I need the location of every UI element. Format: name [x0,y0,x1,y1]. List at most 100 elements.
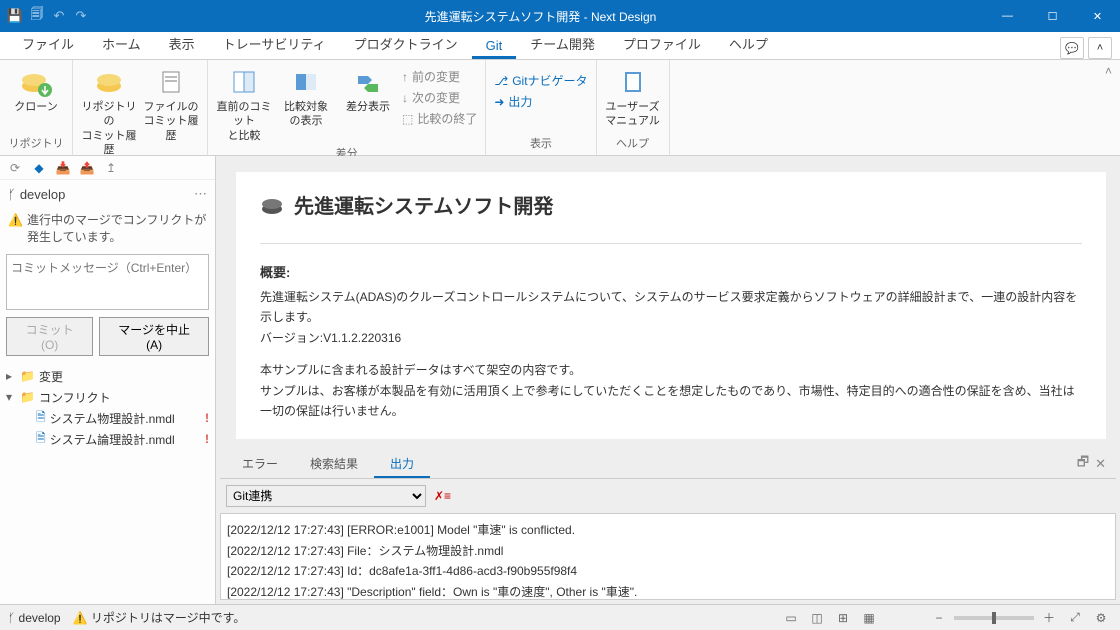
warning-icon: ⚠️ [73,611,91,625]
output-icon: ➜ [494,95,504,109]
status-message: ⚠️ リポジトリはマージ中です。 [73,609,246,626]
tab-output[interactable]: 出力 [374,449,430,478]
db-icon [260,193,284,217]
close-panel-icon[interactable]: ✕ [1095,456,1106,472]
stop-icon-icon: ⬚ [402,112,413,126]
pull-icon[interactable]: 📤 [78,159,96,177]
redo-icon[interactable]: ↷ [72,7,90,25]
quick-access-toolbar: 💾 🗐 ↶ ↷ [0,7,96,25]
stash-icon[interactable]: 📥 [54,159,72,177]
tab-profile[interactable]: プロファイル [609,28,715,59]
tree-conflict[interactable]: ▾📁コンフリクト [0,387,215,408]
conflict-marker-icon: ! [205,411,215,425]
restore-panel-icon[interactable]: 🗗 [1077,453,1089,475]
doc-paragraph: 本サンプルに含まれる設計データはすべて架空の内容です。 [260,360,1082,380]
tab-errors[interactable]: エラー [226,449,294,478]
diff-show-button[interactable]: 差分表示 [340,62,396,143]
next-change-button[interactable]: ↓次の変更 [402,89,477,106]
warning-icon: ⚠️ [8,212,23,229]
manual-button[interactable]: ユーザーズ マニュアル [605,62,661,133]
tab-search[interactable]: 検索結果 [294,449,374,478]
branch-nav-icon[interactable]: ◆ [30,159,48,177]
window-title: 先進運転システムソフト開発 - Next Design [96,8,985,25]
file-history-button[interactable]: ファイルの コミット履歴 [143,62,199,157]
tab-team[interactable]: チーム開発 [516,28,609,59]
tree-changes[interactable]: ▸📁変更 [0,366,215,387]
commit-message-input[interactable] [6,254,209,310]
end-compare-button[interactable]: ⬚比較の終了 [402,110,477,127]
current-branch[interactable]: ᚶ develop ⋯ [0,180,215,208]
tab-productline[interactable]: プロダクトライン [340,28,472,59]
conflict-marker-icon: ! [205,432,215,446]
tab-file[interactable]: ファイル [8,28,88,59]
folder-icon: 📁 [20,369,35,383]
compare-target-button[interactable]: 比較対象 の表示 [278,62,334,143]
tab-home[interactable]: ホーム [88,28,155,59]
group-label-display: 表示 [494,133,587,155]
save-icon[interactable]: 💾 [6,7,24,25]
zoom-slider[interactable] [954,616,1034,620]
clear-output-icon[interactable]: ✗≡ [434,489,451,503]
down-arrow-icon: ↓ [402,91,408,105]
group-label-repo: リポジトリ [8,133,64,155]
status-bar: ᚶ develop ⚠️ リポジトリはマージ中です。 ▭ ◫ ⊞ ▦ − ＋ ⤢… [0,604,1120,630]
maximize-button[interactable]: ☐ [1030,0,1075,32]
branch-name: develop [20,187,66,202]
document-view: 先進運転システムソフト開発 概要: 先進運転システム(ADAS)のクルーズコント… [236,172,1106,439]
doc-paragraph: 先進運転システム(ADAS)のクルーズコントロールシステムについて、システムのサ… [260,287,1082,328]
git-sidebar: ⟳ ◆ 📥 📤 ↥ ᚶ develop ⋯ ⚠️ 進行中のマージでコンフリクトが… [0,156,216,604]
conflict-file-1[interactable]: 🗎システム物理設計.nmdl! [0,408,215,429]
file-icon: 🗎 [36,408,46,429]
folder-icon: 📁 [20,390,35,404]
compare-prev-button[interactable]: 直前のコミット と比較 [216,62,272,143]
undo-icon[interactable]: ↶ [50,7,68,25]
prev-change-button[interactable]: ↑前の変更 [402,68,477,85]
ribbon-expand-icon[interactable]: ˄ [1097,60,1120,155]
abort-merge-button[interactable]: マージを中止(A) [99,317,209,356]
up-arrow-icon: ↑ [402,70,408,84]
branch-icon: ᚶ [8,611,19,625]
zoom-out-icon[interactable]: − [928,609,950,627]
branch-menu-icon[interactable]: ⋯ [194,186,207,202]
doc-paragraph: バージョン:V1.1.2.220316 [260,328,1082,348]
output-panel: エラー 検索結果 出力 🗗 ✕ Git連携 ✗≡ [2022/12/12 17:… [220,449,1116,600]
tab-traceability[interactable]: トレーサビリティ [209,28,340,59]
output-log[interactable]: [2022/12/12 17:27:43] [ERROR:e1001] Mode… [220,513,1116,600]
collapse-ribbon-icon[interactable]: ˄ [1088,37,1112,59]
clone-button[interactable]: クローン [8,62,64,133]
view-mode-4-icon[interactable]: ▦ [858,609,880,627]
tab-help[interactable]: ヘルプ [715,28,782,59]
ribbon-tabs: ファイル ホーム 表示 トレーサビリティ プロダクトライン Git チーム開発 … [0,32,1120,60]
repo-history-button[interactable]: リポジトリの コミット履歴 [81,62,137,157]
new-icon[interactable]: 🗐 [28,7,46,25]
overview-label: 概要: [260,262,1082,281]
doc-paragraph: サンプルは、お客様が本製品を有効に活用頂く上で参考にしていただくことを想定したも… [260,381,1082,422]
commit-button[interactable]: コミット(O) [6,317,93,356]
zoom-in-icon[interactable]: ＋ [1038,609,1060,627]
changes-tree: ▸📁変更 ▾📁コンフリクト 🗎システム物理設計.nmdl! 🗎システム論理設計.… [0,362,215,454]
minimize-button[interactable]: — [985,0,1030,32]
fit-icon[interactable]: ⤢ [1064,609,1086,627]
settings-icon[interactable]: ⚙ [1090,609,1112,627]
push-icon[interactable]: ↥ [102,159,120,177]
branch-icon: ᚶ [8,187,16,202]
git-navigator-button[interactable]: ⎇Gitナビゲータ [494,72,587,89]
close-button[interactable]: ✕ [1075,0,1120,32]
log-line: [2022/12/12 17:27:43] [ERROR:e1001] Mode… [227,520,1109,540]
view-mode-1-icon[interactable]: ▭ [780,609,802,627]
tab-view[interactable]: 表示 [155,28,209,59]
log-line: [2022/12/12 17:27:43] File：システム物理設計.nmdl [227,541,1109,561]
view-mode-3-icon[interactable]: ⊞ [832,609,854,627]
view-mode-2-icon[interactable]: ◫ [806,609,828,627]
tab-git[interactable]: Git [472,32,517,59]
output-button[interactable]: ➜出力 [494,93,587,110]
document-title: 先進運転システムソフト開発 [260,190,1082,219]
output-source-select[interactable]: Git連携 [226,485,426,507]
refresh-icon[interactable]: ⟳ [6,159,24,177]
status-branch[interactable]: ᚶ develop [8,611,61,625]
branch-icon: ⎇ [494,74,508,88]
balloon-icon[interactable]: 💬 [1060,37,1084,59]
log-line: [2022/12/12 17:27:43] Id：dc8afe1a-3ff1-4… [227,561,1109,581]
conflict-file-2[interactable]: 🗎システム論理設計.nmdl! [0,429,215,450]
ribbon: クローン リポジトリ リポジトリの コミット履歴 ファイルの コミット履歴 コミ… [0,60,1120,156]
